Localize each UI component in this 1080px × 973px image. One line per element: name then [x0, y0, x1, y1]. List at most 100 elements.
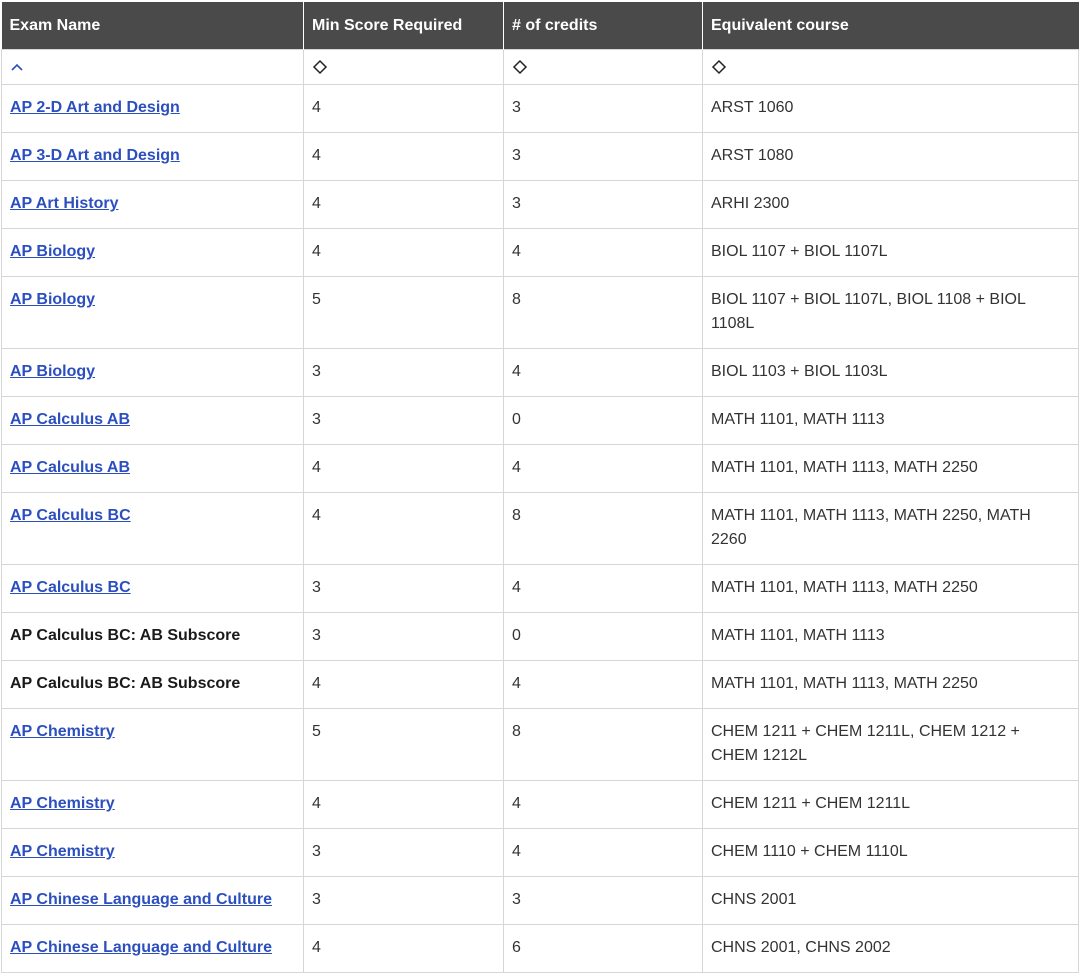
credits-cell: 8 — [503, 276, 703, 349]
exam-name-link[interactable]: AP Calculus BC — [10, 507, 131, 524]
min-score-cell: 3 — [303, 396, 504, 445]
exam-name-link[interactable]: AP 2-D Art and Design — [10, 99, 180, 116]
table-row: AP Biology 5 8 BIOL 1107 + BIOL 1107L, BIOL… — [1, 276, 1079, 349]
chevron-up-icon[interactable] — [10, 62, 24, 72]
exam-name-cell: AP 3-D Art and Design — [1, 132, 304, 181]
exam-name-link[interactable]: AP 3-D Art and Design — [10, 147, 180, 164]
equivalent-course-cell: MATH 1101, MATH 1113 — [702, 612, 1079, 661]
sort-diamond-icon[interactable] — [711, 59, 727, 75]
min-score-cell: 4 — [303, 84, 504, 133]
exam-name-cell: AP Biology — [1, 348, 304, 397]
exam-name-link[interactable]: AP Biology — [10, 243, 95, 260]
exam-name-text: AP Calculus BC: AB Subscore — [10, 675, 241, 692]
min-score-cell: 4 — [303, 132, 504, 181]
min-score-cell: 3 — [303, 564, 504, 613]
exam-name-cell: AP Chemistry — [1, 780, 304, 829]
exam-name-link[interactable]: AP Calculus AB — [10, 411, 130, 428]
sort-controls-row — [1, 49, 1079, 85]
table-row: AP Art History 4 3 ARHI 2300 — [1, 180, 1079, 229]
exam-name-cell: AP Art History — [1, 180, 304, 229]
exam-name-cell: AP Calculus AB — [1, 444, 304, 493]
exam-name-link[interactable]: AP Art History — [10, 195, 118, 212]
sort-exam-name-cell[interactable] — [1, 49, 304, 85]
table-header-row: Exam Name Min Score Required # of credit… — [1, 2, 1079, 50]
table-row: AP 3-D Art and Design 4 3 ARST 1080 — [1, 132, 1079, 181]
credits-cell: 4 — [503, 228, 703, 277]
exam-name-cell: AP Calculus AB — [1, 396, 304, 445]
credits-cell: 3 — [503, 876, 703, 925]
header-min-score[interactable]: Min Score Required — [303, 2, 504, 50]
exam-name-cell: AP Calculus BC — [1, 492, 304, 565]
exam-name-cell: AP Calculus BC — [1, 564, 304, 613]
table-row: AP Calculus BC: AB Subscore 4 4 MATH 1101, … — [1, 660, 1079, 709]
exam-name-text: AP Calculus BC: AB Subscore — [10, 627, 241, 644]
credits-cell: 3 — [503, 132, 703, 181]
credits-cell: 0 — [503, 396, 703, 445]
exam-name-cell: AP 2-D Art and Design — [1, 84, 304, 133]
equivalent-course-cell: MATH 1101, MATH 1113 — [702, 396, 1079, 445]
exam-name-cell: AP Chinese Language and Culture — [1, 924, 304, 973]
credits-cell: 4 — [503, 444, 703, 493]
exam-name-link[interactable]: AP Chemistry — [10, 843, 115, 860]
exam-name-cell: AP Chemistry — [1, 708, 304, 781]
header-equivalent-course[interactable]: Equivalent course — [702, 2, 1079, 50]
min-score-cell: 3 — [303, 612, 504, 661]
credits-cell: 4 — [503, 828, 703, 877]
min-score-cell: 3 — [303, 876, 504, 925]
table-row: AP Calculus BC: AB Subscore 3 0 MATH 1101, … — [1, 612, 1079, 661]
min-score-cell: 4 — [303, 444, 504, 493]
sort-credits-cell[interactable] — [503, 49, 703, 85]
equivalent-course-cell: ARHI 2300 — [702, 180, 1079, 229]
exam-name-cell: AP Calculus BC: AB Subscore — [1, 612, 304, 661]
exam-name-cell: AP Biology — [1, 276, 304, 349]
exam-name-cell: AP Chemistry — [1, 828, 304, 877]
header-credits[interactable]: # of credits — [503, 2, 703, 50]
equivalent-course-cell: CHEM 1110 + CHEM 1110L — [702, 828, 1079, 877]
equivalent-course-cell: BIOL 1107 + BIOL 1107L, BIOL 1108 + BIOL… — [702, 276, 1079, 349]
sort-diamond-icon[interactable] — [312, 59, 328, 75]
min-score-cell: 5 — [303, 708, 504, 781]
equivalent-course-cell: MATH 1101, MATH 1113, MATH 2250 — [702, 444, 1079, 493]
exam-name-link[interactable]: AP Chinese Language and Culture — [10, 939, 272, 956]
table-row: AP Chemistry 3 4 CHEM 1110 + CHEM 1110L — [1, 828, 1079, 877]
exam-name-link[interactable]: AP Chinese Language and Culture — [10, 891, 272, 908]
min-score-cell: 4 — [303, 180, 504, 229]
min-score-cell: 4 — [303, 492, 504, 565]
min-score-cell: 5 — [303, 276, 504, 349]
credits-cell: 6 — [503, 924, 703, 973]
equivalent-course-cell: ARST 1080 — [702, 132, 1079, 181]
exam-name-cell: AP Biology — [1, 228, 304, 277]
equivalent-course-cell: ARST 1060 — [702, 84, 1079, 133]
credits-cell: 8 — [503, 708, 703, 781]
exam-name-link[interactable]: AP Chemistry — [10, 723, 115, 740]
equivalent-course-cell: CHNS 2001 — [702, 876, 1079, 925]
exam-name-link[interactable]: AP Calculus AB — [10, 459, 130, 476]
credits-cell: 8 — [503, 492, 703, 565]
min-score-cell: 4 — [303, 924, 504, 973]
sort-equivalent-course-cell[interactable] — [702, 49, 1079, 85]
header-exam-name[interactable]: Exam Name — [1, 2, 304, 50]
min-score-cell: 3 — [303, 828, 504, 877]
equivalent-course-cell: CHEM 1211 + CHEM 1211L — [702, 780, 1079, 829]
equivalent-course-cell: CHNS 2001, CHNS 2002 — [702, 924, 1079, 973]
sort-min-score-cell[interactable] — [303, 49, 504, 85]
exam-name-cell: AP Calculus BC: AB Subscore — [1, 660, 304, 709]
exam-name-link[interactable]: AP Calculus BC — [10, 579, 131, 596]
min-score-cell: 4 — [303, 228, 504, 277]
table-row: AP 2-D Art and Design 4 3 ARST 1060 — [1, 84, 1079, 133]
table-row: AP Chinese Language and Culture 4 6 CHNS 20… — [1, 924, 1079, 973]
exam-name-link[interactable]: AP Biology — [10, 363, 95, 380]
equivalent-course-cell: MATH 1101, MATH 1113, MATH 2250, MATH 22… — [702, 492, 1079, 565]
equivalent-course-cell: MATH 1101, MATH 1113, MATH 2250 — [702, 660, 1079, 709]
credits-cell: 3 — [503, 180, 703, 229]
credits-cell: 4 — [503, 348, 703, 397]
equivalent-course-cell: MATH 1101, MATH 1113, MATH 2250 — [702, 564, 1079, 613]
exam-credit-table: Exam Name Min Score Required # of credit… — [1, 2, 1079, 973]
table-row: AP Calculus AB 4 4 MATH 1101, MATH 1113, MA… — [1, 444, 1079, 493]
table-row: AP Biology 3 4 BIOL 1103 + BIOL 1103L — [1, 348, 1079, 397]
equivalent-course-cell: BIOL 1107 + BIOL 1107L — [702, 228, 1079, 277]
exam-name-link[interactable]: AP Chemistry — [10, 795, 115, 812]
exam-name-link[interactable]: AP Biology — [10, 291, 95, 308]
credits-cell: 3 — [503, 84, 703, 133]
sort-diamond-icon[interactable] — [512, 59, 528, 75]
